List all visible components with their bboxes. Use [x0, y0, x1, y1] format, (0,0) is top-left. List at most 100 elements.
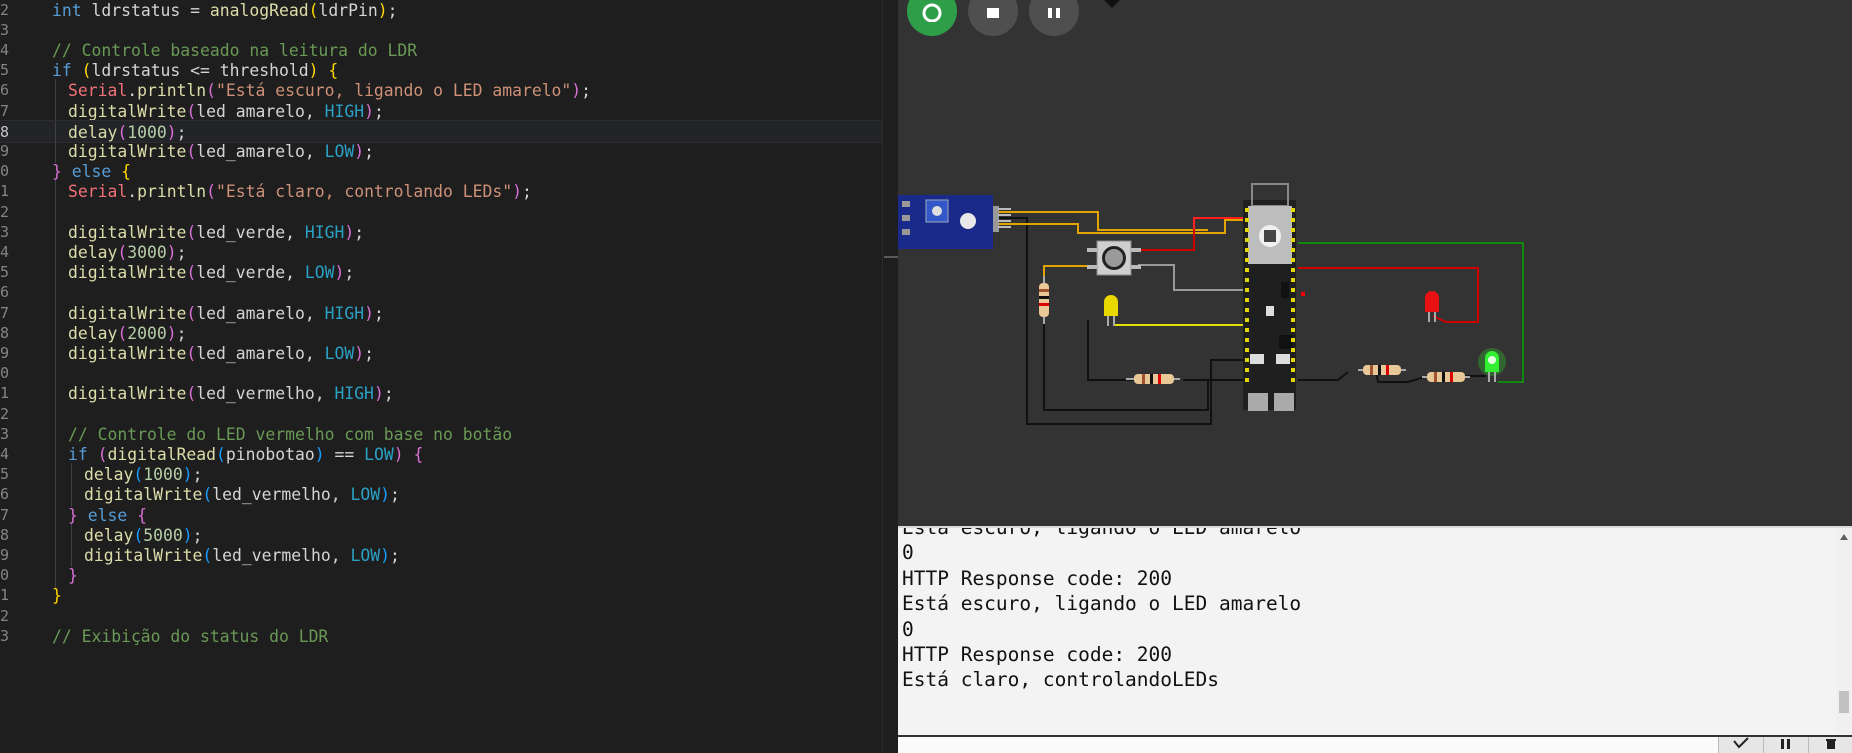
code-token: led_verde, [196, 222, 305, 242]
serial-monitor[interactable]: Está escuro, ligando o LED amarelo 0 HTTP … [898, 526, 1852, 753]
code-token: digitalWrite [68, 384, 187, 404]
scroll-up-icon[interactable] [1840, 534, 1848, 540]
code-token: ( [206, 81, 217, 101]
code-token: . [127, 182, 138, 202]
serial-line: Está claro, controlandoLEDs [902, 668, 1219, 692]
code-token: analogRead [209, 0, 309, 20]
code-token: println [137, 81, 207, 101]
code-token: { [121, 162, 131, 182]
code-token: digitalWrite [68, 101, 187, 121]
code-token: ( [133, 525, 144, 545]
resistor-vertical [1039, 276, 1049, 324]
code-token: ; [373, 101, 384, 121]
code-token: LOW [304, 263, 335, 283]
code-token: ( [308, 0, 319, 20]
code-token: ( [186, 303, 197, 323]
serial-line: Está escuro, ligando o LED amarelo [902, 526, 1302, 539]
code-token: 1000 [143, 465, 183, 485]
code-token: digitalWrite [68, 263, 187, 283]
code-token: ) [182, 465, 193, 485]
code-line[interactable]: 3 // Exibição do status do LDR [0, 625, 882, 649]
code-token: ( [133, 465, 144, 485]
code-token: ; [383, 384, 394, 404]
code-token: ( [186, 384, 197, 404]
code-token: "Está escuro, ligando o LED amarelo" [216, 81, 572, 101]
code-token: LOW [364, 444, 394, 464]
code-token: digitalWrite [84, 485, 203, 505]
code-token: ; [521, 182, 532, 202]
push-button [1087, 240, 1141, 276]
code-token: ldrPin [318, 0, 378, 20]
code-token: ) [314, 444, 325, 464]
esp32-board [1243, 183, 1305, 411]
code-token: ) [308, 61, 329, 81]
code-token: ( [186, 222, 197, 242]
code-token: ( [186, 101, 197, 121]
code-token: ( [117, 242, 128, 262]
wire-yellow-led-gnd [1087, 320, 1140, 381]
code-token: ; [344, 263, 355, 283]
code-token: . [127, 81, 138, 101]
code-token: LOW [350, 485, 381, 505]
code-token: ) [166, 122, 177, 142]
checkmark-icon [1733, 737, 1749, 749]
code-token: ) [354, 141, 365, 161]
code-token: <= [190, 61, 220, 81]
code-token: ) [364, 101, 374, 121]
code-token: // Controle do LED vermelho com base no … [68, 424, 513, 444]
code-token: ( [117, 122, 128, 142]
scroll-thumb[interactable] [1839, 691, 1849, 713]
code-token: ) [334, 263, 345, 283]
code-text: // Exibição do status do LDR [52, 625, 328, 649]
code-token: } [52, 586, 62, 606]
resistor-right-2 [1422, 372, 1470, 382]
code-token: ) [166, 323, 177, 343]
code-token: ( [216, 444, 226, 464]
code-token: threshold [219, 61, 309, 81]
pause-icon [1781, 739, 1790, 749]
code-token: ; [192, 525, 203, 545]
code-token: "Está claro, controlando LEDs" [216, 182, 513, 202]
code-token: HIGH [304, 222, 345, 242]
code-token: digitalWrite [68, 343, 187, 363]
code-token: pinobotao [225, 444, 315, 464]
code-editor[interactable]: 2 int ldrstatus = analogRead(ldrPin); 3 4//… [0, 0, 898, 751]
code-token: ; [364, 343, 374, 363]
code-token: ; [176, 122, 187, 142]
code-token: ; [581, 81, 592, 101]
code-token: 5000 [143, 525, 183, 545]
code-token: HIGH [334, 384, 374, 404]
code-token: led_amarelo, [196, 343, 325, 363]
wire-gnd-right [1298, 371, 1349, 381]
code-token: 3000 [127, 242, 167, 262]
code-token: ; [192, 465, 203, 485]
code-token: led_amarelo, [196, 303, 325, 323]
code-token: ) [512, 182, 522, 202]
line-number: 3 [0, 626, 10, 645]
wire-ldr-signal [994, 219, 1245, 234]
code-token: ; [387, 0, 398, 20]
wire-red [1298, 267, 1479, 323]
editor-scrollbar[interactable] [884, 256, 898, 258]
code-token: } [68, 505, 88, 525]
code-token: ( [202, 545, 213, 565]
code-token: } [68, 566, 78, 586]
code-token: ) [380, 485, 390, 505]
code-token: 2000 [127, 323, 167, 343]
code-token: ( [202, 485, 213, 505]
code-token: HIGH [324, 303, 365, 323]
code-token: else [87, 505, 138, 525]
simulation-canvas[interactable] [898, 0, 1852, 526]
code-token: delay [84, 525, 134, 545]
editor-divider [882, 0, 883, 751]
code-token: ; [176, 242, 187, 262]
serial-input[interactable] [898, 735, 1852, 753]
code-token: ; [364, 141, 374, 161]
serial-line: Está escuro, ligando o LED amarelo [902, 592, 1302, 616]
code-token: ; [373, 303, 384, 323]
code-token: led_amarelo, [196, 141, 325, 161]
code-token: ) [380, 545, 390, 565]
code-token: Serial [68, 81, 128, 101]
serial-scrollbar[interactable] [1836, 528, 1852, 733]
code-token: LOW [324, 343, 355, 363]
